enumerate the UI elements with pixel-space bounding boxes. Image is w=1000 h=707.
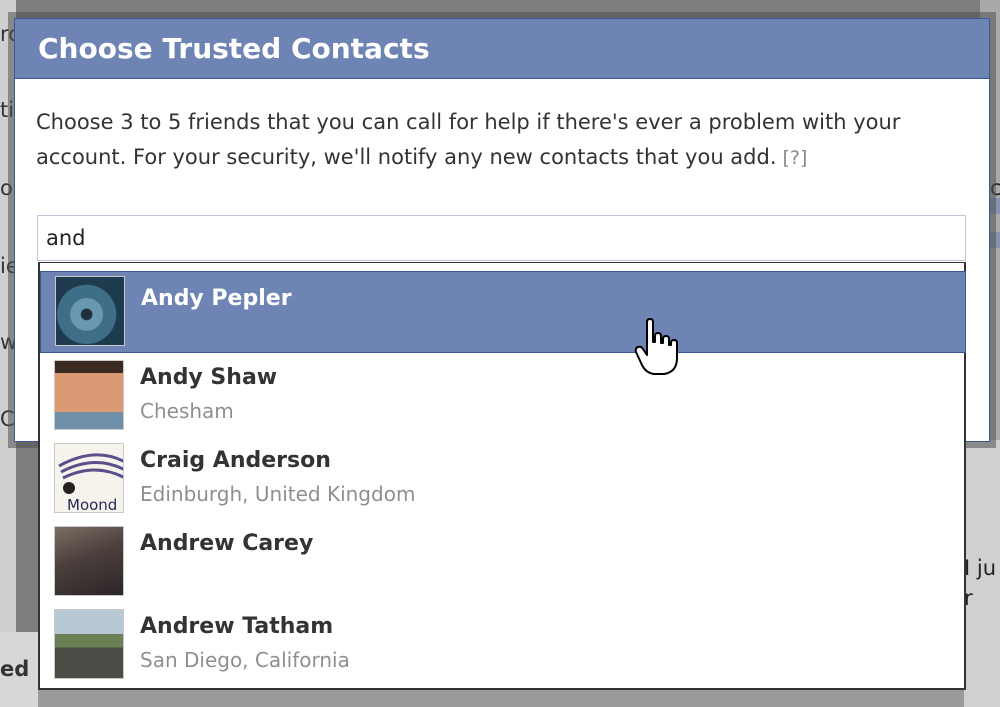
suggestion-location: Chesham	[140, 399, 234, 423]
suggestion-location: Edinburgh, United Kingdom	[140, 482, 416, 506]
avatar	[55, 276, 125, 346]
background-text-fragment: I ju	[964, 556, 997, 580]
suggestion-name: Andrew Tatham	[140, 614, 334, 639]
avatar	[54, 609, 124, 679]
friend-search-input[interactable]	[37, 215, 966, 261]
suggestion-item[interactable]: Andrew Carey	[40, 521, 966, 603]
suggestion-name: Craig Anderson	[140, 448, 331, 473]
logo-text: Moond	[67, 496, 117, 513]
suggestion-name: Andy Pepler	[141, 286, 292, 311]
description-text: Choose 3 to 5 friends that you can call …	[36, 110, 901, 169]
suggestion-item[interactable]: Andy Pepler	[40, 271, 966, 353]
suggestion-item[interactable]: Moond Craig Anderson Edinburgh, United K…	[40, 438, 966, 520]
hand-pointer-icon	[634, 318, 678, 375]
avatar	[54, 360, 124, 430]
dialog-description: Choose 3 to 5 friends that you can call …	[36, 105, 936, 176]
dialog-title: Choose Trusted Contacts	[15, 19, 989, 79]
avatar: Moond	[54, 443, 124, 513]
background-bottom-strip	[38, 690, 964, 707]
background-text-fragment: ed	[0, 657, 30, 681]
suggestion-name: Andy Shaw	[140, 365, 278, 390]
suggestion-item[interactable]: Andy Shaw Chesham	[40, 355, 966, 437]
suggestion-dropdown: Andy Pepler Andy Shaw Chesham Moond Crai…	[38, 262, 966, 690]
moond-logo-icon: Moond	[58, 453, 123, 513]
suggestion-name: Andrew Carey	[140, 531, 314, 556]
background-text-fragment: c	[990, 176, 1000, 200]
avatar	[54, 526, 124, 596]
help-link[interactable]: [?]	[783, 147, 808, 169]
suggestion-location: San Diego, California	[140, 648, 350, 672]
suggestion-item[interactable]: Andrew Tatham San Diego, California	[40, 604, 966, 686]
